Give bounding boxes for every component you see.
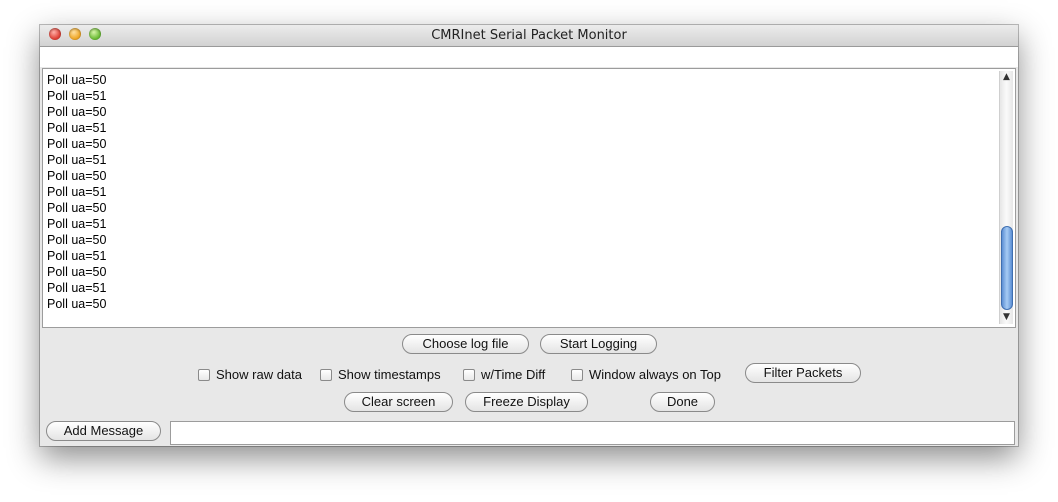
checkbox-box[interactable]: [320, 368, 332, 381]
show-timestamps-checkbox[interactable]: Show timestamps: [320, 367, 441, 382]
always-on-top-label: Window always on Top: [589, 367, 721, 382]
log-line: Poll ua=51: [47, 153, 107, 167]
show-raw-data-label: Show raw data: [216, 367, 302, 382]
start-logging-button[interactable]: Start Logging: [540, 334, 657, 354]
freeze-display-button[interactable]: Freeze Display: [465, 392, 588, 412]
show-raw-data-checkbox[interactable]: Show raw data: [198, 367, 302, 382]
log-line: Poll ua=50: [47, 137, 107, 151]
serial-monitor-window: CMRInet Serial Packet Monitor Poll ua=50…: [40, 25, 1018, 446]
window-title: CMRInet Serial Packet Monitor: [431, 28, 627, 43]
top-blank-area: [40, 47, 1018, 67]
message-input[interactable]: [170, 421, 1015, 445]
log-line: Poll ua=51: [47, 89, 107, 103]
packet-log-lines: Poll ua=50 Poll ua=51 Poll ua=50 Poll ua=51…: [47, 72, 106, 312]
log-line: Poll ua=51: [47, 249, 107, 263]
log-scrollbar[interactable]: ▲ ▼: [999, 71, 1013, 324]
packet-log-area[interactable]: Poll ua=50 Poll ua=51 Poll ua=50 Poll ua=51…: [42, 68, 1016, 328]
checkbox-box[interactable]: [198, 368, 210, 381]
log-line: Poll ua=50: [47, 105, 107, 119]
log-line: Poll ua=50: [47, 233, 107, 247]
checkbox-box[interactable]: [571, 368, 583, 381]
log-line: Poll ua=51: [47, 281, 107, 295]
log-line: Poll ua=50: [47, 265, 107, 279]
clear-screen-button[interactable]: Clear screen: [344, 392, 453, 412]
scroll-thumb[interactable]: [1001, 226, 1013, 310]
title-bar[interactable]: CMRInet Serial Packet Monitor: [40, 25, 1018, 47]
scroll-up-arrow-icon[interactable]: ▲: [1000, 71, 1013, 84]
log-line: Poll ua=50: [47, 169, 107, 183]
checkbox-box[interactable]: [463, 368, 475, 381]
log-line: Poll ua=51: [47, 121, 107, 135]
time-diff-checkbox[interactable]: w/Time Diff: [463, 367, 545, 382]
add-message-button[interactable]: Add Message: [46, 421, 161, 441]
show-timestamps-label: Show timestamps: [338, 367, 441, 382]
log-line: Poll ua=50: [47, 297, 107, 311]
choose-log-file-button[interactable]: Choose log file: [402, 334, 529, 354]
filter-packets-button[interactable]: Filter Packets: [745, 363, 861, 383]
log-line: Poll ua=50: [47, 201, 107, 215]
log-line: Poll ua=51: [47, 217, 107, 231]
time-diff-label: w/Time Diff: [481, 367, 546, 382]
scroll-down-arrow-icon[interactable]: ▼: [1000, 311, 1013, 324]
log-line: Poll ua=51: [47, 185, 107, 199]
window-always-on-top-checkbox[interactable]: Window always on Top: [571, 367, 721, 382]
done-button[interactable]: Done: [650, 392, 715, 412]
log-line: Poll ua=50: [47, 73, 107, 87]
